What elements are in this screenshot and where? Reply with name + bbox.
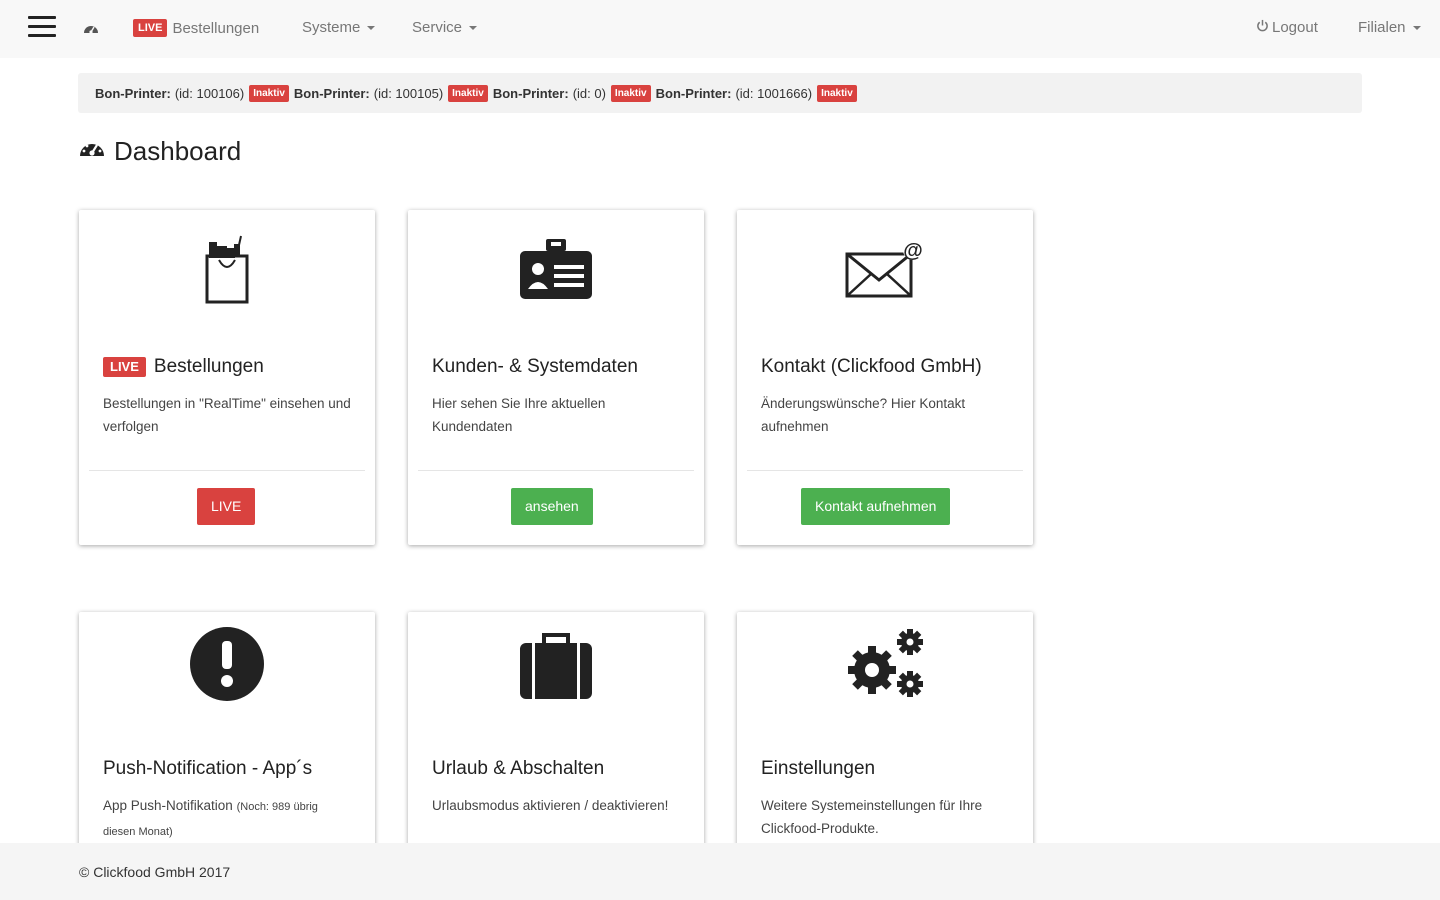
briefcase-icon bbox=[408, 626, 704, 706]
card-description: Bestellungen in "RealTime" einsehen und … bbox=[103, 396, 351, 434]
card-title: Push-Notification - App´s bbox=[103, 758, 312, 780]
dashboard-icon bbox=[78, 136, 114, 167]
card-title: Einstellungen bbox=[761, 758, 875, 780]
ansehen-button[interactable]: ansehen bbox=[511, 488, 593, 525]
kontakt-aufnehmen-button[interactable]: Kontakt aufnehmen bbox=[801, 488, 951, 525]
card-title-text: Kunden- & Systemdaten bbox=[432, 356, 638, 377]
status-badge: Inaktiv bbox=[610, 84, 651, 102]
logout-link[interactable]: Logout bbox=[1256, 19, 1318, 36]
printer-label: Bon-Printer: bbox=[492, 85, 569, 101]
card-description: Urlaubsmodus aktivieren / deaktivieren! bbox=[432, 798, 669, 813]
page-title: Dashboard bbox=[78, 136, 241, 167]
card-title: LIVE Bestellungen bbox=[103, 356, 264, 378]
printer-status: Bon-Printer: (id: 0) Inaktiv bbox=[492, 84, 651, 102]
printer-status: Bon-Printer: (id: 1001666) Inaktiv bbox=[655, 84, 857, 102]
exclamation-circle-icon bbox=[79, 624, 375, 704]
card-description: Weitere Systemeinstellungen für Ihre Cli… bbox=[761, 798, 983, 836]
printer-label: Bon-Printer: bbox=[95, 85, 171, 101]
card-divider bbox=[89, 470, 365, 471]
footer: © Clickfood GmbH 2017 bbox=[0, 843, 1440, 900]
card-description: Änderungswünsche? Hier Kontakt aufnehmen bbox=[761, 396, 966, 434]
chevron-down-icon bbox=[1412, 25, 1421, 30]
card-urlaub: Urlaub & Abschalten Urlaubsmodus aktivie… bbox=[408, 612, 704, 872]
live-button[interactable]: LIVE bbox=[197, 488, 256, 525]
hamburger-menu-icon[interactable] bbox=[28, 16, 56, 40]
card-description: App Push-Notifikation (Noch: 989 übrig d… bbox=[103, 794, 353, 844]
card-divider bbox=[747, 470, 1023, 471]
nav-service-label: Service bbox=[412, 19, 463, 36]
printer-label: Bon-Printer: bbox=[655, 85, 732, 101]
gears-icon bbox=[737, 624, 1033, 704]
envelope-at-icon: @ bbox=[737, 230, 1033, 310]
card-einstellungen: Einstellungen Weitere Systemeinstellunge… bbox=[737, 612, 1033, 872]
printer-id: (id: 100105) bbox=[373, 85, 444, 101]
printer-status: Bon-Printer: (id: 100105) Inaktiv bbox=[293, 84, 488, 102]
card-push-notification: Push-Notification - App´s App Push-Notif… bbox=[79, 612, 375, 872]
printer-id: (id: 0) bbox=[572, 85, 606, 101]
status-badge: Inaktiv bbox=[249, 84, 289, 102]
nav-systeme-dropdown[interactable]: Systeme bbox=[302, 19, 376, 36]
svg-text:@: @ bbox=[903, 240, 923, 262]
chevron-down-icon bbox=[469, 25, 478, 30]
logout-label: Logout bbox=[1272, 19, 1318, 36]
nav-filialen-dropdown[interactable]: Filialen bbox=[1358, 19, 1421, 36]
top-navbar: LIVE Bestellungen Systeme Service Logout… bbox=[0, 0, 1440, 58]
nav-bestellungen-label: Bestellungen bbox=[172, 19, 260, 37]
card-title: Urlaub & Abschalten bbox=[432, 758, 604, 780]
status-badge: Inaktiv bbox=[448, 84, 488, 102]
nav-service-dropdown[interactable]: Service bbox=[412, 19, 478, 36]
shopping-bag-icon bbox=[79, 230, 375, 310]
nav-bestellungen[interactable]: LIVE Bestellungen bbox=[133, 19, 259, 37]
card-divider bbox=[418, 470, 694, 471]
page-title-text: Dashboard bbox=[114, 136, 242, 166]
card-title: Kontakt (Clickfood GmbH) bbox=[761, 356, 982, 378]
card-description-text: App Push-Notifikation bbox=[103, 798, 233, 813]
live-badge: LIVE bbox=[103, 357, 146, 377]
power-icon bbox=[1256, 19, 1269, 36]
footer-copyright: © Clickfood GmbH 2017 bbox=[79, 863, 231, 880]
live-badge: LIVE bbox=[133, 19, 168, 37]
dashboard-home-icon[interactable] bbox=[82, 20, 100, 38]
nav-filialen-label: Filialen bbox=[1358, 19, 1406, 36]
printer-status-bar: Bon-Printer: (id: 100106) Inaktiv Bon-Pr… bbox=[78, 73, 1362, 113]
printer-label: Bon-Printer: bbox=[293, 85, 370, 101]
card-title-text: Push-Notification - App´s bbox=[103, 758, 313, 779]
card-bestellungen: LIVE Bestellungen Bestellungen in "RealT… bbox=[79, 210, 375, 545]
card-description: Hier sehen Sie Ihre aktuellen Kundendate… bbox=[432, 396, 606, 434]
status-badge: Inaktiv bbox=[817, 84, 857, 102]
card-title-text: Kontakt (Clickfood GmbH) bbox=[761, 356, 982, 377]
nav-systeme-label: Systeme bbox=[302, 19, 361, 36]
chevron-down-icon bbox=[367, 25, 376, 30]
id-card-icon bbox=[408, 230, 704, 310]
card-title-text: Urlaub & Abschalten bbox=[432, 758, 605, 779]
printer-id: (id: 1001666) bbox=[735, 85, 813, 101]
card-title-text: Bestellungen bbox=[153, 356, 264, 377]
card-kontakt: @ Kontakt (Clickfood GmbH) Änderungswüns… bbox=[737, 210, 1033, 545]
card-title-text: Einstellungen bbox=[761, 758, 876, 779]
card-title: Kunden- & Systemdaten bbox=[432, 356, 638, 378]
card-kundendaten: Kunden- & Systemdaten Hier sehen Sie Ihr… bbox=[408, 210, 704, 545]
printer-id: (id: 100106) bbox=[174, 85, 245, 101]
printer-status: Bon-Printer: (id: 100106) Inaktiv bbox=[95, 84, 289, 102]
